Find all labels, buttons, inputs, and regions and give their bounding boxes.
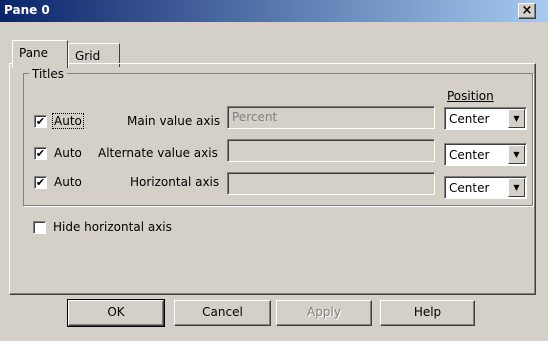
ok-button-label: OK bbox=[107, 305, 125, 319]
alternate-value-axis-position-select[interactable]: Center ▼ bbox=[444, 143, 527, 166]
horizontal-axis-position-select[interactable]: Center ▼ bbox=[444, 176, 527, 199]
auto-label-horizontal[interactable]: Auto bbox=[54, 175, 82, 189]
main-value-axis-position-value: Center bbox=[449, 112, 490, 126]
main-value-axis-value: Percent bbox=[232, 110, 278, 124]
chevron-down-icon[interactable]: ▼ bbox=[508, 145, 525, 164]
hide-horizontal-axis-label[interactable]: Hide horizontal axis bbox=[53, 220, 172, 234]
horizontal-axis-label: Horizontal axis bbox=[130, 175, 220, 189]
cancel-button-label: Cancel bbox=[202, 305, 243, 319]
help-button-label: Help bbox=[413, 305, 442, 319]
alternate-value-axis-label: Alternate value axis bbox=[98, 146, 218, 160]
title-bar: Pane 0 × bbox=[0, 0, 548, 22]
help-button[interactable]: Help bbox=[380, 300, 475, 326]
auto-label-alternate-value[interactable]: Auto bbox=[54, 146, 82, 160]
horizontal-axis-input[interactable] bbox=[227, 172, 435, 195]
checkmark-icon: ✔ bbox=[35, 115, 46, 128]
tab-pane[interactable]: Pane bbox=[12, 40, 68, 68]
checkmark-icon: ✔ bbox=[35, 147, 46, 160]
auto-checkbox-alternate-value[interactable]: ✔ bbox=[34, 147, 47, 160]
tab-pane-label: Pane bbox=[19, 46, 49, 60]
apply-button[interactable]: Apply bbox=[276, 300, 372, 326]
window-title: Pane 0 bbox=[4, 3, 50, 17]
hide-horizontal-axis-checkbox[interactable] bbox=[33, 221, 46, 234]
ok-button[interactable]: OK bbox=[67, 299, 165, 327]
chevron-down-icon[interactable]: ▼ bbox=[508, 109, 525, 128]
auto-checkbox-horizontal[interactable]: ✔ bbox=[34, 176, 47, 189]
titles-group-label: Titles bbox=[29, 67, 67, 81]
close-button[interactable]: × bbox=[518, 3, 536, 19]
apply-button-label: Apply bbox=[307, 305, 341, 319]
close-icon: × bbox=[521, 3, 533, 18]
auto-label-main-value[interactable]: Auto bbox=[52, 113, 84, 129]
alternate-value-axis-input[interactable] bbox=[227, 139, 435, 162]
tab-grid-label: Grid bbox=[75, 49, 101, 63]
horizontal-axis-position-value: Center bbox=[449, 181, 490, 195]
auto-checkbox-main-value[interactable]: ✔ bbox=[34, 115, 47, 128]
main-value-axis-input[interactable]: Percent bbox=[227, 106, 435, 129]
position-column-header: Position bbox=[447, 89, 494, 103]
main-value-axis-position-select[interactable]: Center ▼ bbox=[444, 107, 527, 130]
main-value-axis-label: Main value axis bbox=[127, 114, 221, 128]
chevron-down-icon[interactable]: ▼ bbox=[508, 178, 525, 197]
cancel-button[interactable]: Cancel bbox=[174, 300, 271, 326]
alternate-value-axis-position-value: Center bbox=[449, 148, 490, 162]
pane-dialog: Pane 0 × Pane Grid Titles Position ✔ Aut… bbox=[0, 0, 548, 341]
checkmark-icon: ✔ bbox=[35, 176, 46, 189]
